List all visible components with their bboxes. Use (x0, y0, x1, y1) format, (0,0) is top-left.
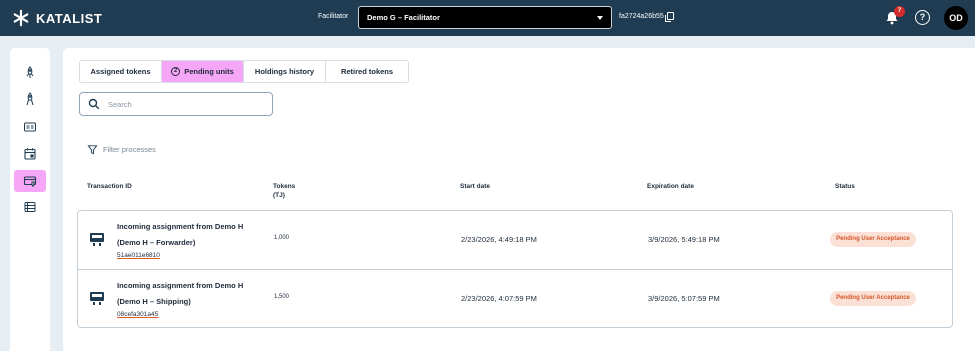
header-tokens: Tokens (TJ) (273, 182, 295, 200)
row-title: Incoming assignment from Demo H (Demo H … (117, 222, 244, 247)
status-badge: Pending User Acceptance (830, 232, 916, 247)
tab-holdings-history[interactable]: Holdings history (244, 61, 326, 82)
row-expiration-date: 3/9/2026, 5:07:59 PM (648, 294, 720, 303)
tab-label: Pending units (184, 67, 234, 76)
header-tokens-unit: (TJ) (273, 192, 285, 199)
chevron-down-icon (597, 16, 603, 20)
facilitator-value: Demo G – Facilitator (367, 13, 440, 22)
status-badge: Pending User Acceptance (830, 291, 916, 306)
katalist-logo-icon (13, 9, 29, 27)
card-shield-icon (23, 176, 37, 188)
header-tokens-label: Tokens (273, 183, 296, 190)
avatar[interactable]: OD (944, 6, 968, 30)
row-tokens: 1,000 (274, 235, 290, 241)
transaction-id-link[interactable]: 08cefa301a45 (117, 311, 158, 318)
tab-label: Assigned tokens (90, 67, 151, 76)
row-title: Incoming assignment from Demo H (Demo H … (117, 281, 244, 306)
sidebar (10, 48, 50, 351)
row-tokens: 1,500 (274, 294, 290, 300)
row-expiration-date: 3/9/2026, 5:49:18 PM (648, 235, 720, 244)
search-box (79, 92, 273, 116)
transactions-table: Incoming assignment from Demo H (Demo H … (77, 210, 953, 328)
header-transaction-id: Transaction ID (87, 183, 132, 190)
row-start-date: 2/23/2026, 4:49:18 PM (461, 235, 537, 244)
tab-count: 2 (171, 67, 181, 76)
header-status: Status (835, 183, 855, 190)
notification-badge: 7 (894, 6, 905, 17)
tab-assigned-tokens[interactable]: Assigned tokens (80, 61, 162, 82)
header-expiration-date: Expiration date (647, 183, 694, 190)
filter-label: Filter processes (103, 145, 156, 154)
main-content: Assigned tokens 2 Pending units Holdings… (63, 48, 975, 351)
search-icon (88, 98, 100, 110)
wallet-address: fa2724a26b55 (619, 12, 674, 22)
shipping-icon (90, 233, 104, 246)
help-icon[interactable]: ? (915, 10, 930, 25)
table-row[interactable]: Incoming assignment from Demo H (Demo H … (78, 211, 952, 269)
facilitator-select[interactable]: Demo G – Facilitator (358, 6, 612, 29)
row-start-date: 2/23/2026, 4:07:59 PM (461, 294, 537, 303)
calendar-icon (24, 148, 36, 160)
facilitator-label: Facilitator (318, 13, 349, 20)
filter-processes[interactable]: Filter processes (87, 144, 156, 155)
transaction-id-link[interactable]: 51ae011e6810 (117, 252, 160, 259)
copy-icon[interactable] (664, 12, 674, 22)
tab-label: Retired tokens (340, 67, 394, 76)
tab-bar: Assigned tokens 2 Pending units Holdings… (79, 60, 409, 83)
sidebar-item-transactions[interactable] (14, 170, 46, 192)
header-start-date: Start date (460, 183, 490, 190)
sidebar-item-assets[interactable] (14, 62, 46, 84)
top-bar: KATALIST Facilitator Demo G – Facilitato… (0, 0, 975, 36)
table-row[interactable]: Incoming assignment from Demo H (Demo H … (78, 269, 952, 327)
tab-retired-tokens[interactable]: Retired tokens (326, 61, 408, 82)
tab-label: Holdings history (254, 67, 315, 76)
rocket-icon (26, 66, 34, 78)
tab-pending-units[interactable]: 2 Pending units (162, 61, 244, 82)
sidebar-item-records[interactable] (14, 196, 46, 218)
sidebar-item-profile[interactable] (14, 116, 46, 138)
sidebar-item-participants[interactable] (14, 88, 46, 110)
list-icon (24, 202, 36, 212)
shipping-icon (90, 292, 104, 305)
wallet-address-text: fa2724a26b55 (619, 12, 664, 20)
filter-icon (87, 145, 98, 155)
id-card-icon (24, 122, 36, 132)
search-input[interactable] (108, 97, 258, 111)
rocket-person-icon (26, 92, 34, 106)
logo[interactable]: KATALIST (12, 9, 102, 27)
logo-text: KATALIST (36, 10, 103, 26)
sidebar-item-calendar[interactable] (14, 143, 46, 165)
